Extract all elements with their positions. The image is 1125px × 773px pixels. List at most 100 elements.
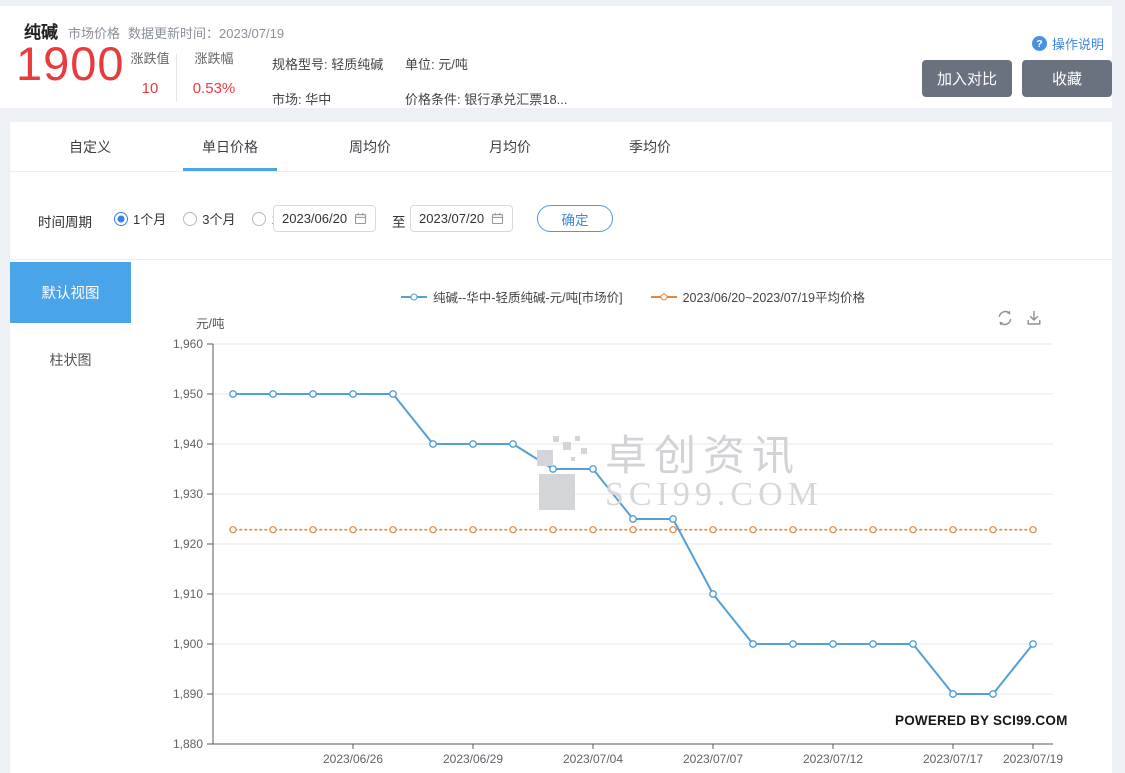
period-radio-1-month[interactable]: 1个月 [114,209,166,228]
change-value-label: 涨跌值 [130,48,169,67]
update-time-value: 2023/07/19 [219,26,284,41]
price-marker [430,441,436,447]
price-marker [670,516,676,522]
header: 纯碱 市场价格 数据更新时间：2023/07/19 1900 涨跌值 10 涨跌… [0,6,1112,108]
x-axis-labels: 2023/06/26 2023/06/29 2023/07/04 2023/07/07… [323,744,1063,766]
average-marker [630,527,636,533]
average-marker [870,527,876,533]
y-tick-label: 1,890 [173,687,203,701]
change-percent-block: 涨跌幅 0.53% [186,48,242,97]
chart-toolbar [996,309,1043,327]
price-marker [910,641,916,647]
tab-weekly-avg[interactable]: 周均价 [300,122,440,171]
x-tick-label: 2023/07/12 [803,752,863,766]
legend-marker-dot [410,293,417,300]
tab-label: 单日价格 [202,137,258,157]
y-tick-label: 1,930 [173,487,203,501]
radio-icon [252,212,266,226]
price-marker [310,391,316,397]
average-marker [990,527,996,533]
change-value: 10 [142,80,159,97]
x-tick-label: 2023/07/04 [563,752,623,766]
legend-item-price-series[interactable]: 纯碱--华中-轻质纯碱-元/吨[市场价] [401,287,623,306]
x-tick-label: 2023/06/29 [443,752,503,766]
price-marker [390,391,396,397]
legend-marker-icon [651,296,677,298]
end-date-input[interactable]: 2023/07/20 [410,205,513,232]
y-axis-labels: 1,8801,8901,9001,9101,9201,9301,9401,950… [173,337,213,751]
average-marker [710,527,716,533]
price-marker [590,466,596,472]
legend-marker-dot [660,293,667,300]
divider [176,54,177,102]
legend-item-average-series[interactable]: 2023/06/20~2023/07/19平均价格 [651,287,865,306]
price-marker [870,641,876,647]
current-price: 1900 [16,36,125,91]
x-tick-label: 2023/07/19 [1003,752,1063,766]
sidebar-item-default-view[interactable]: 默认视图 [10,262,131,323]
price-line-chart: 1,8801,8901,9001,9101,9201,9301,9401,950… [140,335,1080,773]
price-marker [950,691,956,697]
average-marker [310,527,316,533]
change-value-block: 涨跌值 10 [122,48,178,97]
page-gutter [1112,0,1125,773]
help-link[interactable]: ? 操作说明 [1032,34,1104,53]
tab-bar: 自定义 单日价格 周均价 月均价 季均价 [10,122,1112,172]
average-marker [550,527,556,533]
change-percent: 0.53% [193,80,236,97]
spec-info: 规格型号: 轻质纯碱 市场: 华中 [272,54,383,108]
download-icon[interactable] [1025,309,1043,327]
market-region: 市场: 华中 [272,89,383,108]
tab-label: 季均价 [629,137,671,157]
average-marker [230,527,236,533]
chart-legend: 纯碱--华中-轻质纯碱-元/吨[市场价] 2023/06/20~2023/07/1… [213,287,1053,306]
unit-info: 单位: 元/吨 价格条件: 银行承兑汇票18... [405,54,568,108]
x-tick-label: 2023/06/26 [323,752,383,766]
y-tick-label: 1,940 [173,437,203,451]
time-period-label: 时间周期 [38,211,92,231]
refresh-icon[interactable] [996,309,1014,327]
average-marker [830,527,836,533]
average-marker [270,527,276,533]
price-unit: 单位: 元/吨 [405,54,568,73]
price-condition: 价格条件: 银行承兑汇票18... [405,89,568,108]
confirm-button[interactable]: 确定 [537,205,613,232]
price-marker [790,641,796,647]
spec-model: 规格型号: 轻质纯碱 [272,54,383,73]
price-marker [710,591,716,597]
filter-row: 时间周期 1个月3个月1年 2023/06/20 至 2023/07/20 确定 [10,172,1112,260]
average-marker [470,527,476,533]
sidebar-item-bar-chart[interactable]: 柱状图 [10,350,131,370]
tab-label: 自定义 [69,137,111,157]
x-tick-label: 2023/07/17 [923,752,983,766]
end-date-value: 2023/07/20 [419,211,484,226]
average-marker [510,527,516,533]
favorite-button[interactable]: 收藏 [1022,60,1112,97]
legend-label: 2023/06/20~2023/07/19平均价格 [683,287,865,306]
calendar-icon [491,212,504,225]
price-marker [750,641,756,647]
x-tick-label: 2023/07/07 [683,752,743,766]
tab-label: 月均价 [489,137,531,157]
period-radio-3-months[interactable]: 3个月 [183,209,235,228]
tab-custom[interactable]: 自定义 [20,122,160,171]
start-date-input[interactable]: 2023/06/20 [273,205,376,232]
y-tick-label: 1,880 [173,737,203,751]
period-radio-label: 1个月 [133,209,166,228]
y-tick-label: 1,910 [173,587,203,601]
add-to-compare-button[interactable]: 加入对比 [922,60,1012,97]
data-update-time: 数据更新时间：2023/07/19 [128,23,284,42]
tab-daily-price[interactable]: 单日价格 [160,122,300,171]
tab-label: 周均价 [349,137,391,157]
average-marker [910,527,916,533]
legend-label: 纯碱--华中-轻质纯碱-元/吨[市场价] [433,287,623,306]
tab-quarterly-avg[interactable]: 季均价 [580,122,720,171]
tab-monthly-avg[interactable]: 月均价 [440,122,580,171]
change-percent-label: 涨跌幅 [194,48,233,67]
average-series [230,527,1036,533]
radio-selected-icon [114,212,128,226]
help-link-label: 操作说明 [1052,34,1104,53]
price-marker [230,391,236,397]
y-tick-label: 1,920 [173,537,203,551]
price-marker [990,691,996,697]
